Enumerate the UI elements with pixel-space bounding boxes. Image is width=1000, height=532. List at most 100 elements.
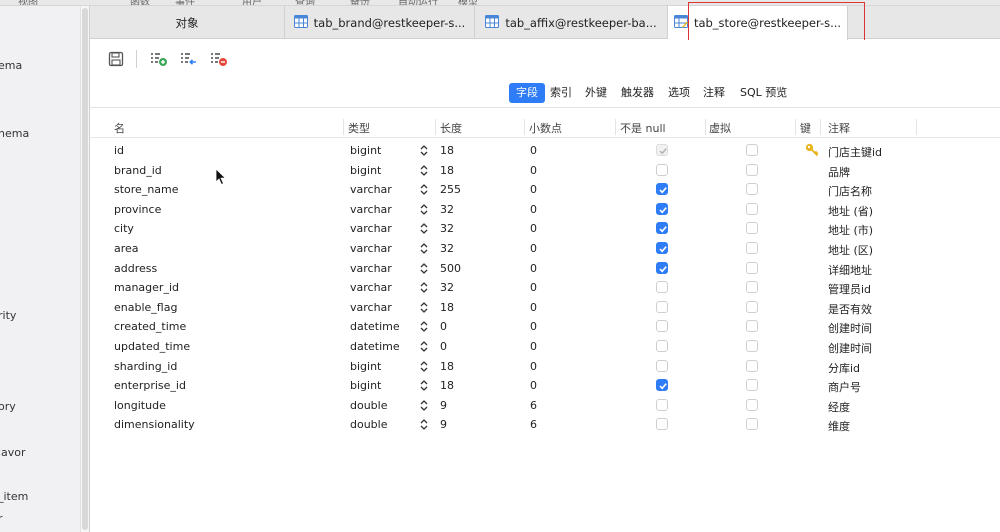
table-row[interactable]: updated_time datetime 0 0 创建时间 bbox=[90, 337, 1000, 357]
virtual-checkbox[interactable] bbox=[746, 261, 758, 274]
field-type-cell[interactable]: varchar bbox=[350, 301, 392, 314]
field-name-cell[interactable]: store_name bbox=[114, 183, 179, 196]
field-decimals-cell[interactable]: 0 bbox=[530, 320, 537, 333]
sidebar-item[interactable]: ory bbox=[0, 400, 16, 413]
field-type-cell[interactable]: varchar bbox=[350, 222, 392, 235]
save-icon[interactable] bbox=[108, 51, 124, 67]
field-type-cell[interactable]: varchar bbox=[350, 281, 392, 294]
field-name-cell[interactable]: city bbox=[114, 222, 134, 235]
add-field-icon[interactable] bbox=[150, 51, 167, 67]
table-row[interactable]: manager_id varchar 32 0 管理员id bbox=[90, 278, 1000, 298]
not-null-checkbox[interactable] bbox=[656, 281, 668, 294]
field-type-cell[interactable]: varchar bbox=[350, 242, 392, 255]
subtab-1[interactable]: 索引 bbox=[543, 83, 579, 103]
field-comment-cell[interactable]: 品牌 bbox=[828, 164, 850, 180]
field-type-cell[interactable]: bigint bbox=[350, 144, 381, 157]
subtab-4[interactable]: 选项 bbox=[661, 83, 697, 103]
column-separator[interactable] bbox=[795, 119, 796, 135]
tab-1[interactable]: tab_brand@restkeeper-s... bbox=[285, 6, 475, 39]
column-separator[interactable] bbox=[524, 119, 525, 135]
field-length-cell[interactable]: 0 bbox=[440, 320, 447, 333]
field-comment-cell[interactable]: 门店主键id bbox=[828, 144, 882, 160]
column-header-0[interactable]: 名 bbox=[114, 120, 125, 136]
stepper-icon[interactable] bbox=[420, 262, 428, 275]
not-null-checkbox[interactable] bbox=[656, 242, 668, 254]
virtual-checkbox[interactable] bbox=[746, 163, 758, 176]
field-length-cell[interactable]: 18 bbox=[440, 164, 454, 177]
stepper-icon[interactable] bbox=[420, 222, 428, 235]
field-comment-cell[interactable]: 商户号 bbox=[828, 379, 861, 395]
stepper-icon[interactable] bbox=[420, 281, 428, 294]
field-length-cell[interactable]: 32 bbox=[440, 281, 454, 294]
field-comment-cell[interactable]: 是否有效 bbox=[828, 301, 872, 317]
table-row[interactable]: province varchar 32 0 地址 (省) bbox=[90, 200, 1000, 220]
field-name-cell[interactable]: province bbox=[114, 203, 161, 216]
field-comment-cell[interactable]: 分库id bbox=[828, 360, 860, 376]
stepper-icon[interactable] bbox=[420, 418, 428, 431]
field-type-cell[interactable]: double bbox=[350, 399, 388, 412]
table-row[interactable]: enterprise_id bigint 18 0 商户号 bbox=[90, 376, 1000, 396]
not-null-checkbox[interactable] bbox=[656, 398, 668, 411]
field-type-cell[interactable]: double bbox=[350, 418, 388, 431]
field-length-cell[interactable]: 0 bbox=[440, 340, 447, 353]
not-null-checkbox[interactable] bbox=[656, 418, 668, 431]
field-comment-cell[interactable]: 门店名称 bbox=[828, 183, 872, 199]
column-header-6[interactable]: 键 bbox=[800, 120, 811, 136]
virtual-checkbox[interactable] bbox=[746, 281, 758, 294]
field-decimals-cell[interactable]: 0 bbox=[530, 281, 537, 294]
field-comment-cell[interactable]: 创建时间 bbox=[828, 340, 872, 356]
field-type-cell[interactable]: varchar bbox=[350, 183, 392, 196]
field-length-cell[interactable]: 32 bbox=[440, 242, 454, 255]
stepper-icon[interactable] bbox=[420, 183, 428, 196]
column-separator[interactable] bbox=[916, 119, 917, 135]
column-header-4[interactable]: 不是 null bbox=[620, 120, 666, 136]
sidebar-item[interactable]: ema bbox=[0, 59, 22, 72]
virtual-checkbox[interactable] bbox=[746, 300, 758, 313]
table-row[interactable]: city varchar 32 0 地址 (市) bbox=[90, 219, 1000, 239]
column-separator[interactable] bbox=[705, 119, 706, 135]
table-row[interactable]: area varchar 32 0 地址 (区) bbox=[90, 239, 1000, 259]
virtual-checkbox[interactable] bbox=[746, 183, 758, 196]
stepper-icon[interactable] bbox=[420, 144, 428, 157]
table-row[interactable]: enable_flag varchar 18 0 是否有效 bbox=[90, 298, 1000, 318]
insert-field-icon[interactable] bbox=[180, 51, 196, 67]
field-length-cell[interactable]: 32 bbox=[440, 203, 454, 216]
field-type-cell[interactable]: varchar bbox=[350, 262, 392, 275]
not-null-checkbox[interactable] bbox=[656, 202, 668, 215]
field-length-cell[interactable]: 18 bbox=[440, 301, 454, 314]
stepper-icon[interactable] bbox=[420, 320, 428, 333]
sidebar-item[interactable]: _item bbox=[0, 490, 28, 503]
field-comment-cell[interactable]: 创建时间 bbox=[828, 320, 872, 336]
sidebar-item[interactable]: r bbox=[0, 512, 3, 525]
virtual-checkbox[interactable] bbox=[746, 202, 758, 215]
field-decimals-cell[interactable]: 6 bbox=[530, 418, 537, 431]
field-length-cell[interactable]: 18 bbox=[440, 144, 454, 157]
stepper-icon[interactable] bbox=[420, 379, 428, 392]
field-decimals-cell[interactable]: 6 bbox=[530, 399, 537, 412]
subtab-2[interactable]: 外键 bbox=[578, 83, 614, 103]
stepper-icon[interactable] bbox=[420, 242, 428, 255]
field-type-cell[interactable]: datetime bbox=[350, 320, 400, 333]
not-null-checkbox[interactable] bbox=[656, 183, 668, 196]
column-separator[interactable] bbox=[615, 119, 616, 135]
field-decimals-cell[interactable]: 0 bbox=[530, 183, 537, 196]
field-name-cell[interactable]: brand_id bbox=[114, 164, 162, 177]
field-type-cell[interactable]: bigint bbox=[350, 164, 381, 177]
stepper-icon[interactable] bbox=[420, 203, 428, 216]
sidebar-item[interactable]: hema bbox=[0, 127, 29, 140]
field-name-cell[interactable]: longitude bbox=[114, 399, 166, 412]
stepper-icon[interactable] bbox=[420, 340, 428, 353]
virtual-checkbox[interactable] bbox=[746, 222, 758, 235]
field-name-cell[interactable]: enterprise_id bbox=[114, 379, 186, 392]
tab-0[interactable]: 对象 bbox=[90, 6, 285, 39]
not-null-checkbox[interactable] bbox=[656, 261, 668, 274]
field-type-cell[interactable]: varchar bbox=[350, 203, 392, 216]
field-comment-cell[interactable]: 地址 (区) bbox=[828, 242, 873, 258]
field-decimals-cell[interactable]: 0 bbox=[530, 242, 537, 255]
field-type-cell[interactable]: bigint bbox=[350, 379, 381, 392]
field-length-cell[interactable]: 255 bbox=[440, 183, 461, 196]
field-comment-cell[interactable]: 地址 (市) bbox=[828, 222, 873, 238]
field-decimals-cell[interactable]: 0 bbox=[530, 203, 537, 216]
table-row[interactable]: sharding_id bigint 18 0 分库id bbox=[90, 357, 1000, 377]
sidebar-item[interactable]: lavor bbox=[0, 446, 26, 459]
